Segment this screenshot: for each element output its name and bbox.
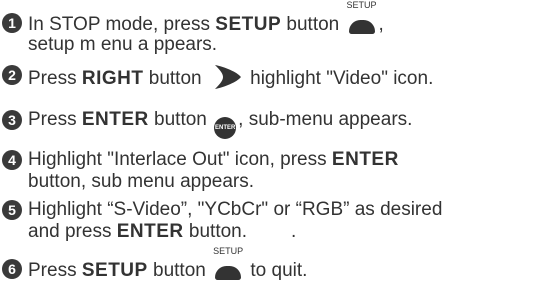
step-1-line-1: In STOP mode, press SETUP button SETUP, xyxy=(28,0,384,36)
setup-dome-shape xyxy=(348,20,375,34)
instruction-list: 1 In STOP mode, press SETUP button SETUP… xyxy=(0,0,555,297)
step-text: , sub-menu appears. xyxy=(238,109,413,130)
right-arrow-button-icon xyxy=(214,65,241,89)
step-key-name: ENTER xyxy=(81,109,149,130)
step-number-badge: 4 xyxy=(2,150,22,170)
step-4-line-2: button, sub menu appears. xyxy=(28,171,255,192)
setup-dome-shape xyxy=(215,266,242,280)
step-5-line-1: Highlight “S-Video”, "YCbCr" or “RGB” as… xyxy=(28,199,443,220)
step-text: button xyxy=(143,68,207,89)
step-text: button. xyxy=(183,221,248,242)
step-text: Highlight "Interlace Out" icon, press xyxy=(28,149,332,170)
step-text: Press xyxy=(28,109,82,130)
step-text: button xyxy=(148,109,213,130)
step-1-line-2: setup m enu a ppears. xyxy=(28,34,218,55)
enter-button-icon: ENTER xyxy=(214,117,237,139)
step-text: highlight "Video" icon. xyxy=(244,68,434,89)
step-6-line: Press SETUP button SETUP to quit. xyxy=(28,246,308,282)
step-text: , xyxy=(378,14,384,35)
setup-button-icon: SETUP xyxy=(347,0,377,34)
step-text: button xyxy=(147,260,212,281)
step-3-line: Press ENTER button ENTER, sub-menu appea… xyxy=(28,109,412,139)
step-key-name: RIGHT xyxy=(81,68,144,89)
step-text: . xyxy=(291,221,297,242)
step-text: button xyxy=(281,14,345,35)
step-text: In STOP mode, press xyxy=(28,14,216,35)
step-number-badge: 6 xyxy=(2,259,22,279)
step-key-name: ENTER xyxy=(331,149,399,170)
step-text: and press xyxy=(28,221,117,242)
step-text: Press xyxy=(28,260,82,281)
step-2-line: Press RIGHT button highlight "Video" ico… xyxy=(28,64,433,90)
setup-icon-caption: SETUP xyxy=(213,246,244,256)
step-number-badge: 2 xyxy=(2,65,22,85)
step-number-badge: 1 xyxy=(2,13,22,33)
setup-button-icon: SETUP xyxy=(213,246,243,280)
step-4-line-1: Highlight "Interlace Out" icon, press EN… xyxy=(28,149,399,171)
step-number-badge: 5 xyxy=(2,200,22,220)
step-number-badge: 3 xyxy=(2,110,22,130)
setup-icon-caption: SETUP xyxy=(346,0,377,10)
step-key-name: SETUP xyxy=(81,260,148,281)
step-5-line-2: and press ENTER button.. xyxy=(28,221,296,243)
step-text: to quit. xyxy=(245,260,308,281)
step-text: Press xyxy=(28,68,82,89)
step-key-name: SETUP xyxy=(215,14,282,35)
step-key-name: ENTER xyxy=(116,221,184,242)
